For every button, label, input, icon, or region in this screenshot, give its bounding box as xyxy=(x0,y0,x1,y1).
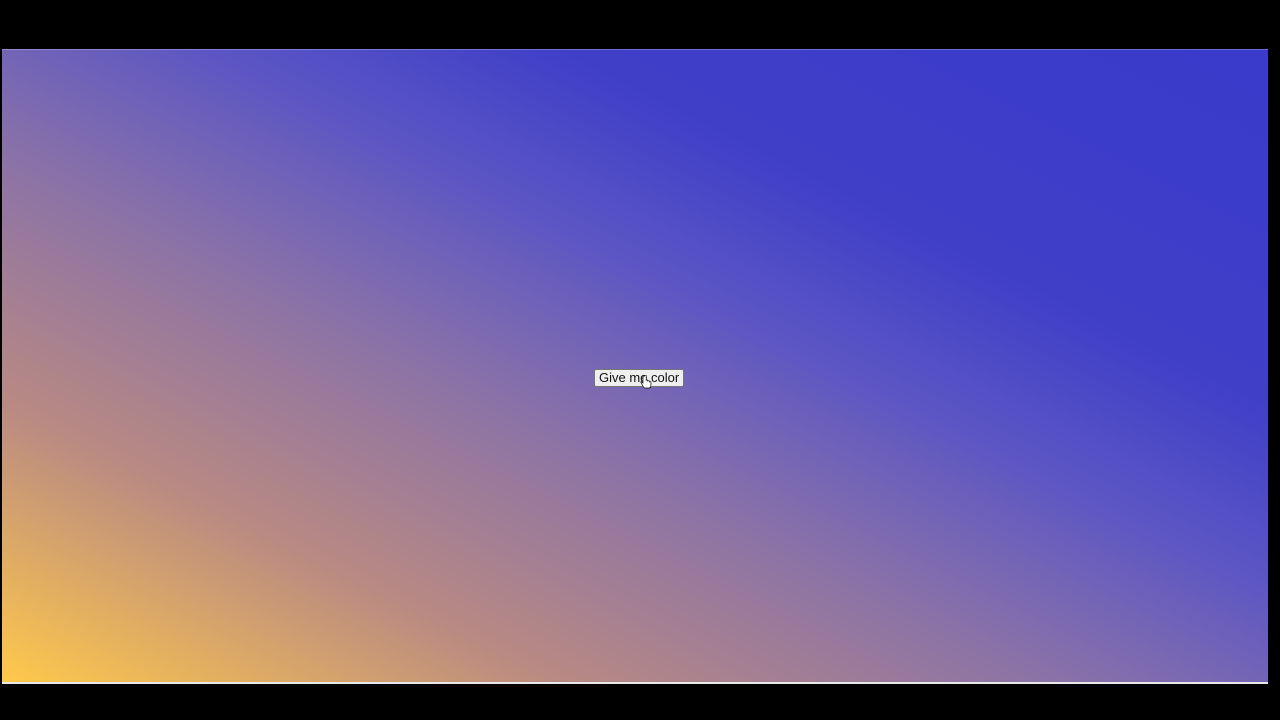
viewport-edge xyxy=(2,682,1268,684)
gradient-page xyxy=(2,49,1268,683)
screen: Give me color xyxy=(0,0,1280,720)
give-me-color-button[interactable]: Give me color xyxy=(594,369,685,387)
